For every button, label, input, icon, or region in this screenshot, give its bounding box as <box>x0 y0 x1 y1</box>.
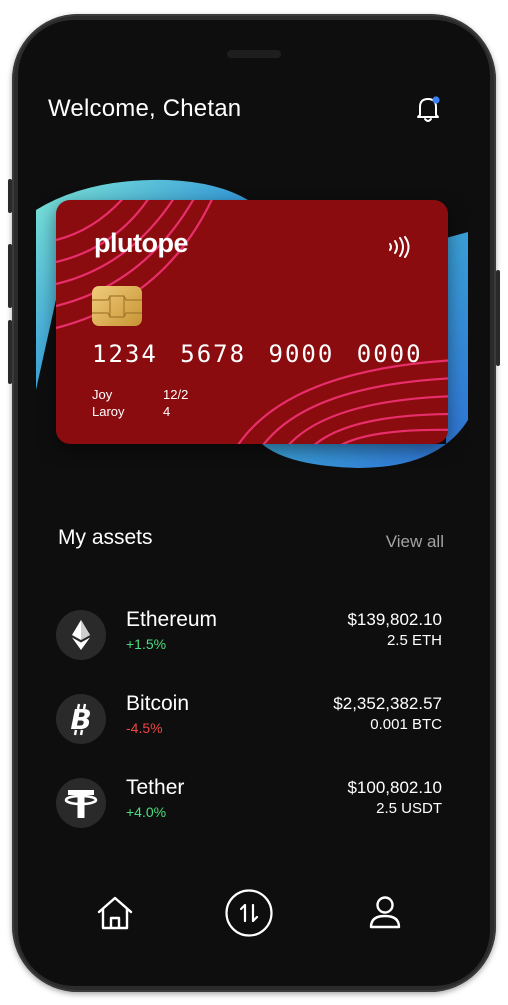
asset-value: $100,802.10 <box>347 778 442 797</box>
ethereum-icon <box>56 610 106 660</box>
asset-change: +4.0% <box>126 804 167 820</box>
nav-profile-button[interactable] <box>360 888 410 938</box>
card-expiry-line: 4 <box>163 404 171 419</box>
asset-name: Tether <box>126 776 185 799</box>
card-holder-name: Joy Laroy <box>92 386 152 420</box>
notification-dot <box>432 96 440 104</box>
asset-row-ethereum[interactable]: Ethereum +1.5% $139,802.10 2.5 ETH <box>56 608 448 664</box>
asset-row-bitcoin[interactable]: B Bitcoin -4.5% $2,352,382.57 0.001 BTC <box>56 692 448 748</box>
card-number: 1234 5678 9000 0000 <box>92 340 423 368</box>
tether-icon <box>56 778 106 828</box>
side-button <box>496 270 500 366</box>
bank-card[interactable]: plutope 1234 5678 9000 0000 Joy Laroy 12… <box>56 200 448 444</box>
asset-row-tether[interactable]: Tether +4.0% $100,802.10 2.5 USDT <box>56 776 448 832</box>
speaker-grille <box>227 50 281 58</box>
view-all-link[interactable]: View all <box>386 532 444 552</box>
app-screen: Welcome, Chetan plutope 1234 5678 9000 0… <box>18 20 490 986</box>
asset-change: +1.5% <box>126 636 167 652</box>
asset-value: $2,352,382.57 <box>333 694 442 713</box>
bitcoin-icon: B <box>56 694 106 744</box>
asset-change: -4.5% <box>126 720 163 736</box>
contactless-icon <box>386 236 412 258</box>
asset-value: $139,802.10 <box>347 610 442 629</box>
card-holder-line: Joy <box>92 387 113 402</box>
card-holder-line: Laroy <box>92 404 125 419</box>
side-button <box>8 179 12 213</box>
card-brand-logo: plutope <box>94 228 188 258</box>
side-button <box>8 320 12 384</box>
side-button <box>8 244 12 308</box>
card-expiry-line: 12/2 <box>163 387 189 402</box>
chip-icon <box>92 286 142 326</box>
bell-icon[interactable] <box>414 94 442 124</box>
welcome-title: Welcome, Chetan <box>48 95 242 122</box>
asset-quantity: 2.5 ETH <box>386 632 442 649</box>
nav-home-button[interactable] <box>90 888 140 938</box>
asset-name: Bitcoin <box>126 692 190 715</box>
assets-section-title: My assets <box>58 526 153 549</box>
asset-quantity: 2.5 USDT <box>376 800 442 817</box>
asset-quantity: 0.001 BTC <box>370 716 442 733</box>
nav-swap-button[interactable] <box>224 888 274 938</box>
asset-name: Ethereum <box>126 608 218 631</box>
card-expiry: 12/2 4 <box>163 386 197 420</box>
